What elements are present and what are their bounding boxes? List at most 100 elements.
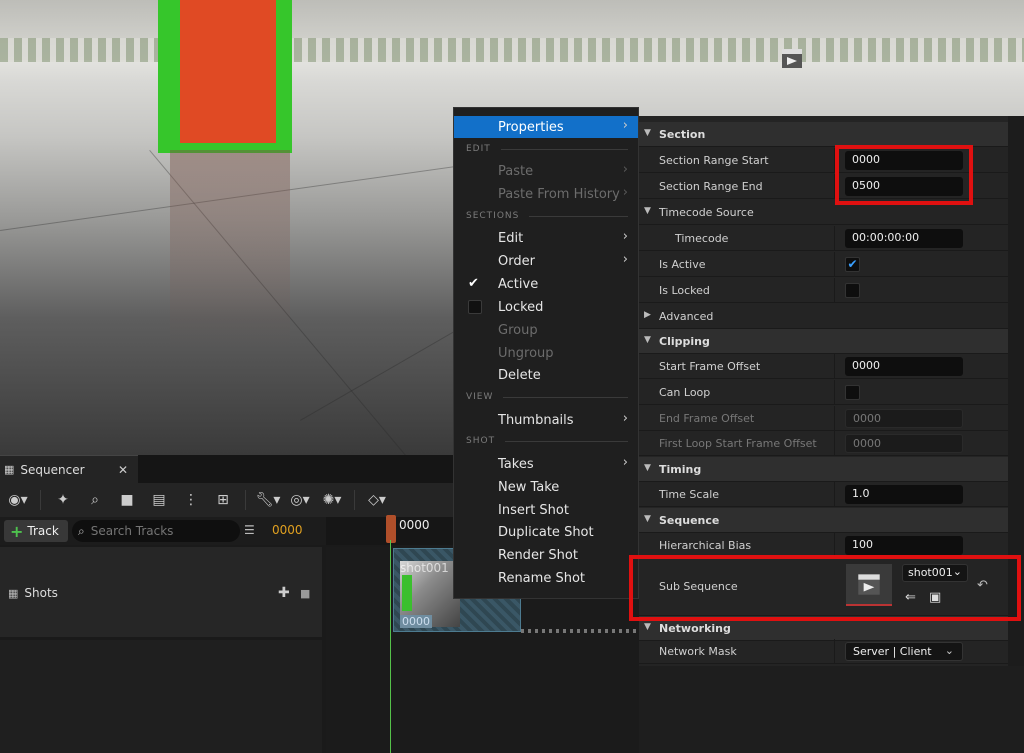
menu-item-order[interactable]: Order › (454, 250, 638, 272)
network-mask-dropdown[interactable]: Server | Client ⌄ (845, 642, 963, 661)
current-frame-readout[interactable]: 0000 (272, 523, 303, 537)
end-frame-offset-input: 0000 (845, 409, 963, 428)
prop-label: First Loop Start Frame Offset (659, 437, 817, 450)
menu-section-label: VIEW (466, 392, 494, 402)
add-shot-icon[interactable]: ✚ (278, 585, 290, 601)
prop-time-scale: Time Scale 1.0 (639, 482, 1008, 507)
triangle-down-icon: ▼ (644, 622, 651, 632)
camera-icon[interactable]: ■ (300, 587, 310, 600)
track-list-empty (0, 640, 322, 753)
menu-item-paste-from-history[interactable]: Paste From History › (454, 183, 638, 205)
ruler-start-label: 0000 (399, 518, 430, 532)
triangle-down-icon: ▼ (644, 128, 651, 138)
menu-item-label: Duplicate Shot (498, 524, 594, 540)
menu-item-active[interactable]: ✔ Active (454, 273, 638, 295)
start-frame-offset-input[interactable]: 0000 (845, 357, 963, 376)
camera-icon[interactable]: ■ (113, 487, 141, 513)
category-label: Clipping (659, 335, 710, 348)
triangle-right-icon: ▶ (644, 310, 651, 320)
category-sequence[interactable]: ▼ Sequence (639, 508, 1008, 533)
triangle-down-icon: ▼ (644, 335, 651, 345)
chevron-right-icon: › (622, 229, 628, 244)
hierarchy-icon[interactable]: ⊞ (209, 487, 237, 513)
shots-track[interactable]: ▦ Shots ✚ ■ (0, 582, 322, 604)
plus-icon: + (10, 521, 24, 541)
chevron-right-icon: › (622, 411, 628, 426)
is-locked-checkbox[interactable] (845, 283, 860, 298)
film-strip-icon: ▦ (8, 586, 19, 600)
section-infinite-extent (521, 629, 640, 633)
prop-label: Start Frame Offset (659, 360, 761, 373)
is-active-checkbox[interactable]: ✔ (845, 257, 860, 272)
render-clapper-icon[interactable]: ▤ (145, 487, 173, 513)
tab-sequencer[interactable]: ▦ Sequencer ✕ (0, 455, 138, 483)
prop-timecode: Timecode 00:00:00:00 (639, 226, 1008, 251)
search-tracks-box[interactable]: ⌕ (72, 520, 240, 542)
menu-item-label: Ungroup (498, 345, 554, 361)
menu-item-render-shot[interactable]: Render Shot (454, 544, 638, 566)
menu-item-label: Active (498, 276, 539, 292)
wrench-icon[interactable]: 🔧︎▾ (254, 487, 282, 513)
prop-label: Is Active (659, 258, 706, 271)
prop-first-loop-start-frame-offset: First Loop Start Frame Offset 0000 (639, 431, 1008, 456)
menu-item-label: Insert Shot (498, 502, 569, 518)
menu-item-new-take[interactable]: New Take (454, 476, 638, 498)
prop-label: Time Scale (659, 488, 720, 501)
menu-item-label: Order (498, 253, 535, 269)
menu-item-label: Group (498, 322, 538, 338)
menu-item-label: Locked (498, 299, 544, 315)
menu-section-view: VIEW (454, 390, 638, 404)
menu-item-thumbnails[interactable]: Thumbnails › (454, 409, 638, 431)
can-loop-checkbox[interactable] (845, 385, 860, 400)
menu-item-duplicate-shot[interactable]: Duplicate Shot (454, 521, 638, 543)
menu-item-rename-shot[interactable]: Rename Shot (454, 567, 638, 589)
menu-item-group[interactable]: Group (454, 319, 638, 341)
snap-icon[interactable]: ✺▾ (318, 487, 346, 513)
red-pillar (180, 0, 276, 143)
prop-label: Hierarchical Bias (659, 539, 752, 552)
menu-section-label: SECTIONS (466, 211, 520, 221)
keyframe-icon[interactable]: ◇▾ (363, 487, 391, 513)
hierarchical-bias-input[interactable]: 100 (845, 536, 963, 555)
category-clipping[interactable]: ▼ Clipping (639, 329, 1008, 354)
more-options-icon[interactable]: ⋮ (177, 487, 205, 513)
checkmark-icon: ✔ (468, 276, 479, 291)
add-track-button[interactable]: + Track (4, 520, 68, 542)
timecode-input[interactable]: 00:00:00:00 (845, 229, 963, 248)
chevron-right-icon: › (622, 118, 628, 133)
menu-item-insert-shot[interactable]: Insert Shot (454, 499, 638, 521)
prop-end-frame-offset: End Frame Offset 0000 (639, 406, 1008, 431)
menu-item-label: Delete (498, 367, 541, 383)
triangle-down-icon: ▼ (644, 463, 651, 473)
menu-item-edit[interactable]: Edit › (454, 227, 638, 249)
toolbar-divider (354, 490, 355, 510)
menu-item-locked[interactable]: Locked (454, 296, 638, 318)
playhead-line (390, 540, 391, 753)
menu-item-delete[interactable]: Delete (454, 364, 638, 386)
menu-item-properties[interactable]: Properties › (454, 116, 638, 138)
world-icon[interactable]: ◉▾ (4, 487, 32, 513)
playhead-handle[interactable] (386, 515, 396, 543)
save-icon[interactable]: ✦ (49, 487, 77, 513)
category-timing[interactable]: ▼ Timing (639, 457, 1008, 482)
filter-icon[interactable]: ☰ (244, 523, 255, 537)
clapperboard-icon (782, 49, 802, 68)
category-section[interactable]: ▼ Section (639, 122, 1008, 147)
eye-icon[interactable]: ◎▾ (286, 487, 314, 513)
menu-item-ungroup[interactable]: Ungroup (454, 342, 638, 364)
prop-label: End Frame Offset (659, 412, 755, 425)
menu-item-paste[interactable]: Paste › (454, 160, 638, 182)
checkbox-unchecked (468, 300, 482, 314)
search-tracks-input[interactable] (90, 524, 221, 538)
close-icon[interactable]: ✕ (118, 463, 128, 477)
prop-label: Section Range Start (659, 154, 769, 167)
toolbar-divider (245, 490, 246, 510)
find-asset-icon[interactable]: ⌕ (81, 487, 109, 513)
time-scale-input[interactable]: 1.0 (845, 485, 963, 504)
menu-item-takes[interactable]: Takes › (454, 453, 638, 475)
section-context-menu: Properties › EDIT Paste › Paste From His… (453, 107, 639, 599)
menu-item-label: Paste From History (498, 186, 620, 202)
prop-advanced[interactable]: ▶ Advanced (639, 304, 1008, 329)
category-label: Timing (659, 463, 702, 476)
prop-network-mask: Network Mask Server | Client ⌄ (639, 639, 1008, 664)
